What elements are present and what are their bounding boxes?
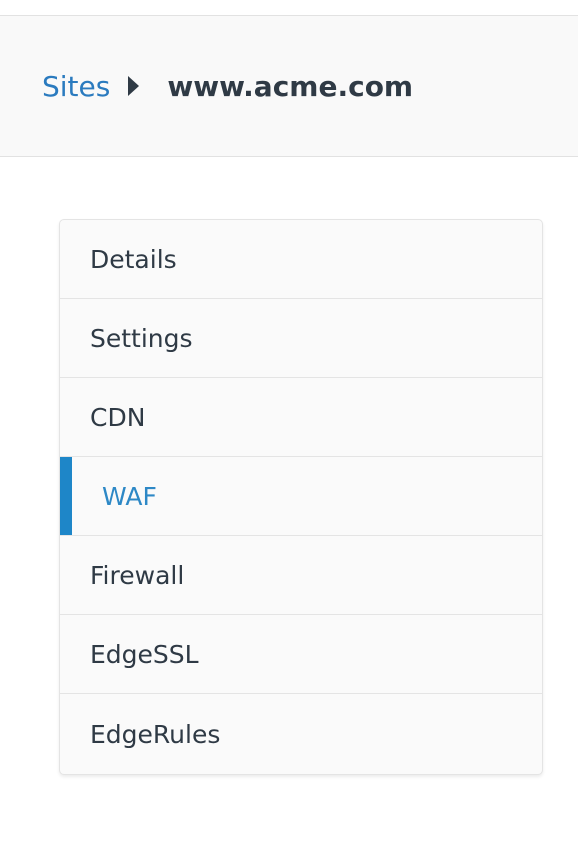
menu-item-label: Details	[90, 244, 177, 274]
menu-item-waf[interactable]: WAF	[60, 457, 542, 536]
breadcrumb-current-site: www.acme.com	[167, 69, 414, 103]
top-bar	[0, 0, 578, 16]
menu-item-firewall[interactable]: Firewall	[60, 536, 542, 615]
page-header: Sites www.acme.com	[0, 16, 578, 157]
breadcrumb-sites-link[interactable]: Sites	[42, 70, 110, 103]
site-settings-menu: Details Settings CDN WAF Firewall EdgeSS…	[59, 219, 543, 775]
menu-item-cdn[interactable]: CDN	[60, 378, 542, 457]
menu-item-edgerules[interactable]: EdgeRules	[60, 694, 542, 774]
menu-item-settings[interactable]: Settings	[60, 299, 542, 378]
menu-item-label: WAF	[102, 481, 157, 511]
menu-item-label: Firewall	[90, 560, 185, 590]
menu-item-label: EdgeSSL	[90, 639, 199, 669]
caret-right-icon	[128, 76, 140, 96]
active-indicator	[60, 457, 72, 535]
menu-item-edgessl[interactable]: EdgeSSL	[60, 615, 542, 694]
menu-item-details[interactable]: Details	[60, 220, 542, 299]
menu-item-label: EdgeRules	[90, 719, 221, 749]
menu-item-label: Settings	[90, 323, 193, 353]
menu-item-label: CDN	[90, 402, 146, 432]
breadcrumb: Sites www.acme.com	[42, 68, 413, 104]
